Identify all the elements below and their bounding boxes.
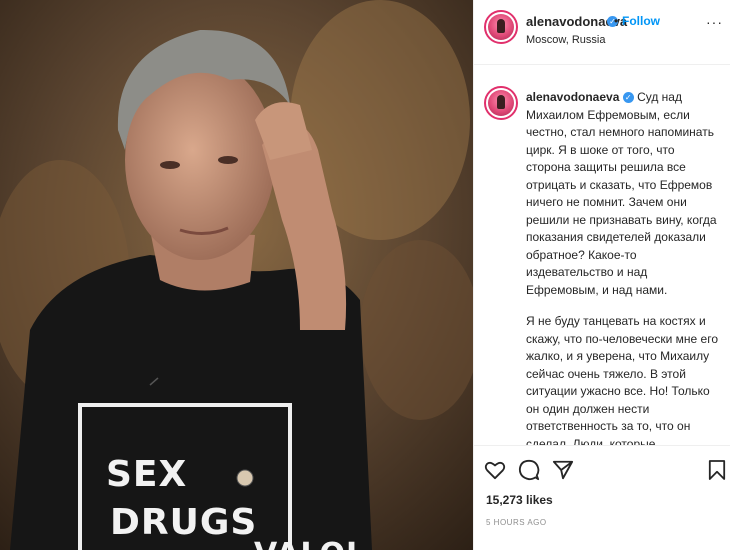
shirt-text-drugs: DRUGS — [110, 502, 258, 543]
shirt-text-sex: SEX — [106, 454, 188, 495]
post-caption: alenavodonaeva ✓ Суд над Михаилом Ефремо… — [526, 89, 722, 485]
post-timestamp[interactable]: 5 HOURS AGO — [486, 518, 547, 527]
caption-paragraph: alenavodonaeva ✓ Суд над Михаилом Ефремо… — [526, 89, 722, 299]
post-header: alenavodonaeva ✓ • Follow Moscow, Russia… — [474, 0, 730, 65]
caption-text-1: Суд над Михаилом Ефремовым, если честно,… — [526, 90, 717, 297]
bookmark-icon[interactable] — [708, 459, 726, 481]
share-icon[interactable] — [552, 459, 574, 481]
header-separator: • — [614, 14, 619, 28]
avatar-image — [488, 90, 514, 116]
caption-username[interactable]: alenavodonaeva — [526, 90, 619, 104]
likes-count[interactable]: 15,273 likes — [486, 493, 553, 507]
avatar-image — [488, 14, 514, 40]
post-actions: 15,273 likes 5 HOURS AGO — [474, 445, 730, 551]
author-avatar[interactable] — [484, 10, 518, 44]
follow-button[interactable]: Follow — [622, 14, 660, 28]
verified-badge-icon: ✓ — [622, 92, 634, 104]
caption-author-avatar[interactable] — [484, 86, 518, 120]
post-location[interactable]: Moscow, Russia — [526, 34, 605, 46]
comment-icon[interactable] — [518, 459, 540, 481]
post-photo-image — [0, 0, 473, 550]
post-photo[interactable]: SEX DRUGS VALOL — [0, 0, 473, 550]
post-side-panel: alenavodonaeva ✓ • Follow Moscow, Russia… — [473, 0, 730, 551]
shirt-text-valol: VALOL — [254, 537, 366, 550]
more-options-icon[interactable]: ··· — [706, 14, 723, 30]
heart-icon[interactable] — [484, 460, 506, 480]
